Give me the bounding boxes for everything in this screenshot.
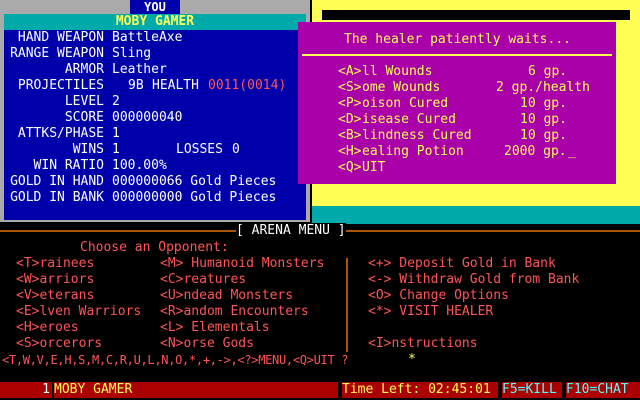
win-ratio-value: 100.00% xyxy=(112,158,167,173)
opponent-creatures[interactable]: <C>reatures xyxy=(160,272,246,288)
hand-weapon-label: HAND WEAPON xyxy=(17,30,104,45)
healer-option-text: isease Cured xyxy=(362,112,456,127)
score-value: 000000040 xyxy=(112,110,183,125)
healer-option-key: <H> xyxy=(338,144,362,159)
healer-option-key: <A> xyxy=(338,64,362,79)
healer-option-text: ealing Potion xyxy=(362,144,464,159)
node-number: 1 xyxy=(0,382,52,398)
healer-option-text: ome Wounds xyxy=(362,80,441,95)
wins-label: WINS xyxy=(72,142,104,157)
healer-option-price: 2 gp./health xyxy=(496,80,590,95)
range-weapon-label: RANGE WEAPON xyxy=(10,46,104,61)
change-options-option[interactable]: <O> Change Options xyxy=(368,288,509,304)
opponent-warriors[interactable]: <W>arriors xyxy=(16,272,94,288)
status-user-name: MOBY GAMER xyxy=(54,382,338,398)
projectiles-label: PROJECTILES xyxy=(17,78,104,93)
attacks-value: 1 xyxy=(112,126,120,141)
healer-option-key: <B> xyxy=(338,128,362,143)
losses-label: LOSSES xyxy=(176,142,223,157)
arena-menu-title: [ ARENA MENU ] xyxy=(236,223,346,239)
deposit-gold-option[interactable]: <+> Deposit Gold in Bank xyxy=(368,256,556,272)
f5-kill-key[interactable]: F5=KILL xyxy=(502,382,562,398)
health-value: 0011(0014) xyxy=(208,78,287,93)
opponent-heroes[interactable]: <H>eroes xyxy=(16,320,79,336)
losses-value: 0 xyxy=(232,142,240,157)
armor-label: ARMOR xyxy=(64,62,104,77)
f10-chat-key[interactable]: F10=CHAT xyxy=(566,382,640,398)
healer-option-price: 6 gp. xyxy=(528,64,568,79)
text-cursor: _ xyxy=(568,144,576,159)
prompt-input[interactable]: * xyxy=(408,352,416,368)
projectiles-value: 9B xyxy=(128,78,144,93)
level-value: 2 xyxy=(112,94,120,109)
arena-column-divider xyxy=(346,258,348,352)
arena-header: Choose an Opponent: xyxy=(80,240,229,255)
healer-title: The healer patiently waits... xyxy=(344,32,571,47)
opponent-trainees[interactable]: <T>rainees xyxy=(16,256,94,272)
command-prompt: <T,W,V,E,H,S,M,C,R,U,L,N,O,*,+,->,<?>MEN… xyxy=(2,353,356,367)
opponent-humanoid-monsters[interactable]: <M> Humanoid Monsters xyxy=(160,256,324,272)
healer-option-key: <Q> xyxy=(338,160,362,175)
armor-value: Leather xyxy=(112,62,167,77)
attacks-label: ATTKS/PHASE xyxy=(17,126,104,141)
score-label: SCORE xyxy=(64,110,104,125)
gold-in-hand-value: 000000066 Gold Pieces xyxy=(112,174,277,189)
healer-frame-shadow xyxy=(322,10,630,20)
hand-weapon-value: BattleAxe xyxy=(112,30,183,45)
level-label: LEVEL xyxy=(64,94,104,109)
opponent-veterans[interactable]: <V>eterans xyxy=(16,288,94,304)
gold-in-bank-label: GOLD IN BANK xyxy=(10,190,104,205)
player-name: MOBY GAMER xyxy=(4,14,306,30)
healer-option-text: ll Wounds xyxy=(362,64,433,79)
opponent-elementals[interactable]: <L> Elementals xyxy=(160,320,270,336)
time-left-label: Time Left: xyxy=(342,382,421,397)
you-tab: YOU xyxy=(130,0,180,14)
instructions-option[interactable]: <I>nstructions xyxy=(368,336,478,352)
healer-option-price: 2000 gp. xyxy=(504,144,567,159)
health-label: HEALTH xyxy=(152,78,199,93)
healer-option-price: 10 gp. xyxy=(520,112,567,127)
wins-value: 1 xyxy=(112,142,120,157)
healer-option-price: 10 gp. xyxy=(520,128,567,143)
gold-in-bank-value: 000000000 Gold Pieces xyxy=(112,190,277,205)
gold-in-hand-label: GOLD IN HAND xyxy=(10,174,104,189)
time-left: Time Left: 02:45:01 xyxy=(342,382,498,398)
healer-option-text: oison Cured xyxy=(362,96,449,111)
range-weapon-value: Sling xyxy=(112,46,152,61)
healer-option-key: <D> xyxy=(338,112,362,127)
withdraw-gold-option[interactable]: <-> Withdraw Gold from Bank xyxy=(368,272,579,288)
healer-option-price: 10 gp. xyxy=(520,96,567,111)
healer-option-text: UIT xyxy=(362,160,386,175)
win-ratio-label: WIN RATIO xyxy=(33,158,104,173)
opponent-random-encounters[interactable]: <R>andom Encounters xyxy=(160,304,309,320)
opponent-sorcerors[interactable]: <S>orcerors xyxy=(16,336,102,352)
opponent-norse-gods[interactable]: <N>orse Gods xyxy=(160,336,254,352)
time-left-value: 02:45:01 xyxy=(428,382,491,397)
opponent-elven-warriors[interactable]: <E>lven Warriors xyxy=(16,304,141,320)
healer-option-key: <P> xyxy=(338,96,362,111)
opponent-undead-monsters[interactable]: <U>ndead Monsters xyxy=(160,288,293,304)
healer-option-text: lindness Cured xyxy=(362,128,472,143)
visit-healer-option[interactable]: <*> VISIT HEALER xyxy=(368,304,493,320)
healer-frame-base xyxy=(312,206,640,224)
healer-option-key: <S> xyxy=(338,80,362,95)
